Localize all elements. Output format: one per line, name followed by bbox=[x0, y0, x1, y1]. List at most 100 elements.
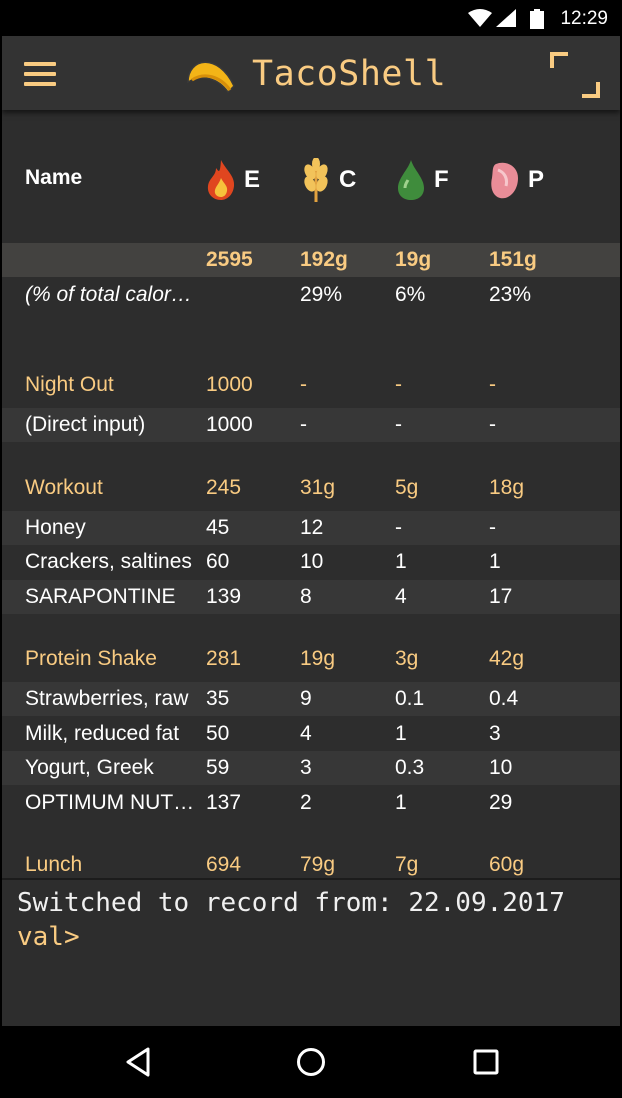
row-value: 60 bbox=[206, 550, 230, 573]
toolbar: TacoShell bbox=[2, 36, 620, 110]
row-value: 137 bbox=[206, 790, 242, 814]
row-value: 1000 bbox=[206, 413, 253, 436]
console-output: Switched to record from: 22.09.2017 bbox=[17, 888, 565, 918]
row-value: 281 bbox=[206, 647, 242, 670]
row-value: - bbox=[489, 373, 496, 396]
oil-drop-icon bbox=[398, 160, 424, 200]
row-value: 6% bbox=[395, 283, 426, 306]
row-name: Lunch bbox=[25, 853, 83, 876]
row-value: 2595 bbox=[206, 248, 253, 271]
table-row[interactable]: Milk, reduced fat 50 4 1 3 bbox=[2, 717, 620, 751]
app-title: TacoShell bbox=[252, 54, 447, 94]
row-name: SARAPONTINE bbox=[25, 584, 176, 608]
row-value: 19g bbox=[300, 647, 336, 670]
group-row[interactable]: Night Out 1000 - - - bbox=[2, 368, 620, 402]
app-window: TacoShell Name E C F P 2595 192g 19g 151… bbox=[2, 36, 620, 1026]
row-name: Strawberries, raw bbox=[25, 687, 189, 710]
table-row[interactable]: Strawberries, raw 35 9 0.1 0.4 bbox=[2, 682, 620, 716]
nutrition-table: Name E C F P 2595 192g 19g 151g (% of to… bbox=[2, 110, 620, 878]
status-time: 12:29 bbox=[560, 8, 608, 29]
column-label: E bbox=[244, 166, 261, 193]
row-value: 3 bbox=[489, 721, 501, 745]
row-value: 29 bbox=[489, 790, 513, 814]
row-name: Night Out bbox=[25, 373, 114, 396]
row-value: 31g bbox=[300, 475, 336, 499]
name-column-header: Name bbox=[25, 166, 83, 189]
row-name: (Direct input) bbox=[25, 413, 146, 436]
percent-row[interactable]: (% of total calories) 29% 6% 23% bbox=[2, 278, 620, 312]
row-value: 4 bbox=[395, 584, 407, 608]
table-row[interactable]: OPTIMUM NUTRITION 137 2 1 29 bbox=[2, 786, 620, 820]
row-value: 0.4 bbox=[489, 687, 519, 710]
wifi-icon bbox=[468, 9, 492, 27]
group-row[interactable]: Protein Shake 281 19g 3g 42g bbox=[2, 642, 620, 676]
back-icon[interactable] bbox=[124, 1046, 152, 1078]
row-value: 5g bbox=[395, 475, 419, 499]
battery-icon bbox=[530, 9, 544, 29]
row-value: 1000 bbox=[206, 373, 253, 396]
row-name: Crackers, saltines bbox=[25, 550, 192, 573]
row-value: 50 bbox=[206, 721, 230, 745]
table-row[interactable]: SARAPONTINE 139 8 4 17 bbox=[2, 579, 620, 614]
row-value: 18g bbox=[489, 475, 525, 499]
table-header: Name E C F P bbox=[2, 154, 620, 202]
row-value: 245 bbox=[206, 475, 242, 499]
taco-logo-icon bbox=[187, 61, 235, 94]
row-name: Workout bbox=[25, 475, 103, 499]
row-value: 1 bbox=[395, 790, 407, 814]
row-value: 42g bbox=[489, 647, 525, 670]
row-value: 35 bbox=[206, 687, 230, 710]
console-prompt[interactable]: val> bbox=[17, 922, 80, 952]
row-value: 29% bbox=[300, 283, 343, 306]
row-value: 7g bbox=[395, 853, 419, 876]
fire-icon bbox=[207, 160, 235, 200]
row-name: (% of total calories) bbox=[25, 283, 195, 306]
row-value: 4 bbox=[300, 721, 312, 745]
row-value: 8 bbox=[300, 584, 312, 608]
table-row[interactable]: Yogurt, Greek 59 3 0.3 10 bbox=[2, 751, 620, 785]
row-value: 17 bbox=[489, 584, 513, 608]
console[interactable]: Switched to record from: 22.09.2017 val> bbox=[2, 878, 620, 1026]
fullscreen-icon[interactable] bbox=[550, 52, 600, 98]
row-value: - bbox=[395, 515, 402, 539]
row-value: 0.1 bbox=[395, 687, 425, 710]
meat-icon bbox=[491, 162, 518, 199]
recents-icon[interactable] bbox=[472, 1046, 500, 1078]
row-value: - bbox=[395, 373, 402, 396]
row-value: 59 bbox=[206, 756, 230, 779]
wheat-icon bbox=[304, 158, 328, 202]
row-value: 0.3 bbox=[395, 756, 425, 779]
table-row[interactable]: Honey 45 12 - - bbox=[2, 510, 620, 545]
totals-row[interactable]: 2595 192g 19g 151g bbox=[2, 243, 620, 277]
row-name: Yogurt, Greek bbox=[25, 756, 154, 779]
row-value: 1 bbox=[489, 550, 501, 573]
hamburger-icon bbox=[24, 62, 56, 66]
row-value: - bbox=[300, 373, 307, 396]
table-row[interactable]: (Direct input) 1000 - - - bbox=[2, 408, 620, 442]
row-value: 23% bbox=[489, 283, 532, 306]
column-label: P bbox=[528, 166, 545, 193]
group-row[interactable]: Lunch 694 79g 7g 60g bbox=[2, 848, 620, 878]
row-value: - bbox=[489, 515, 496, 539]
signal-icon bbox=[496, 9, 516, 27]
row-name: Protein Shake bbox=[25, 647, 157, 670]
row-value: 12 bbox=[300, 515, 324, 539]
row-value: 3 bbox=[300, 756, 312, 779]
row-value: 45 bbox=[206, 515, 230, 539]
row-value: 3g bbox=[395, 647, 419, 670]
row-value: 139 bbox=[206, 584, 242, 608]
row-value: 1 bbox=[395, 721, 407, 745]
row-value: 1 bbox=[395, 550, 407, 573]
menu-button[interactable] bbox=[24, 62, 58, 88]
column-label: C bbox=[339, 166, 357, 193]
row-value: 10 bbox=[489, 756, 513, 779]
row-value: 192g bbox=[300, 248, 348, 271]
row-value: - bbox=[395, 413, 402, 436]
row-value: - bbox=[489, 413, 496, 436]
row-value: 79g bbox=[300, 853, 336, 876]
table-row[interactable]: Crackers, saltines 60 10 1 1 bbox=[2, 545, 620, 579]
row-value: 151g bbox=[489, 248, 537, 271]
home-icon[interactable] bbox=[295, 1046, 327, 1078]
row-name: Honey bbox=[25, 515, 86, 539]
group-row[interactable]: Workout 245 31g 5g 18g bbox=[2, 471, 620, 505]
